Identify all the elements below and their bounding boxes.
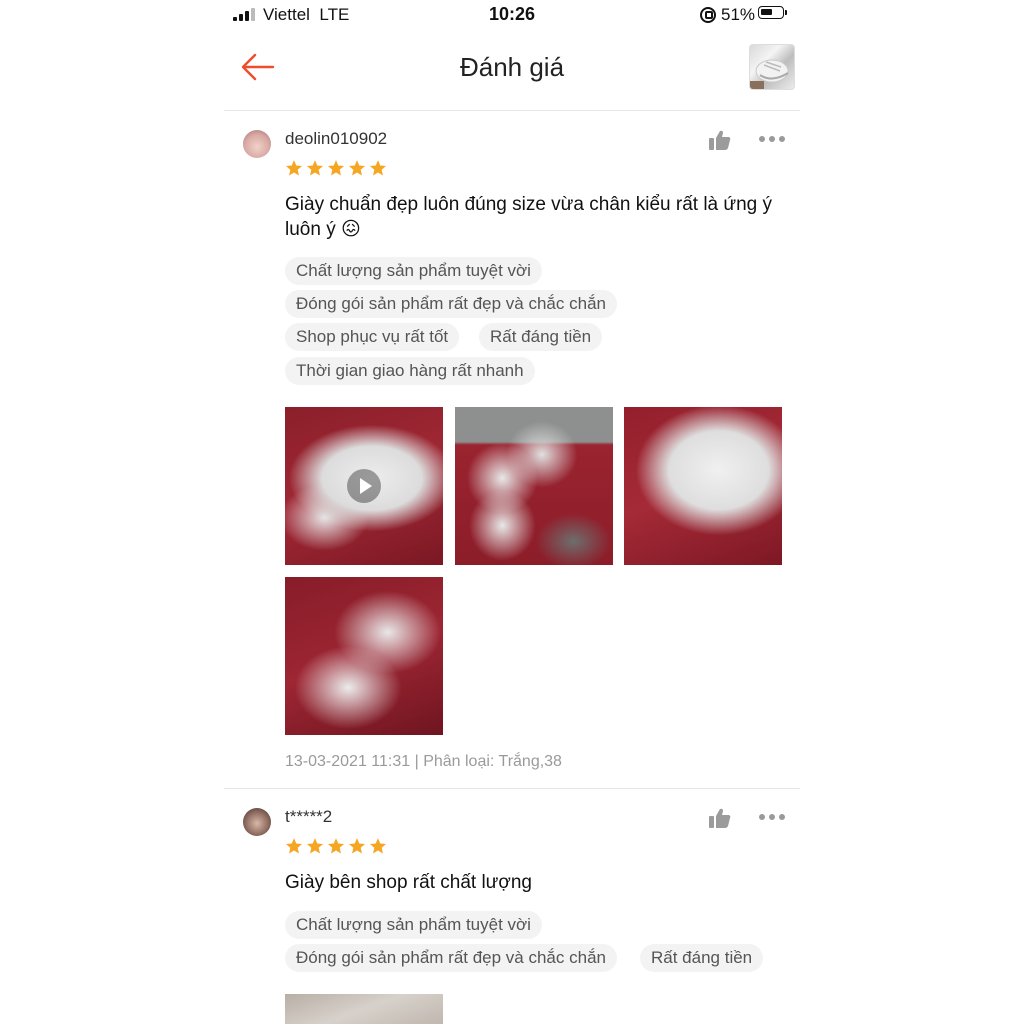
star-icon (348, 838, 366, 854)
avatar[interactable] (243, 808, 271, 836)
reviewer-name[interactable]: t*****2 (285, 807, 332, 827)
battery-percent: 51% (721, 5, 756, 24)
review-photo[interactable] (455, 407, 613, 565)
more-options-button[interactable] (759, 813, 785, 821)
status-time: 10:26 (488, 4, 536, 24)
star-rating (285, 159, 390, 179)
review-comment: Giày bên shop rất chất lượng (285, 872, 532, 893)
avatar[interactable] (243, 130, 271, 158)
carrier-label: Viettel LTE (263, 5, 350, 24)
more-options-button[interactable] (759, 135, 785, 143)
star-icon (306, 838, 324, 854)
star-icon (369, 160, 387, 176)
product-thumbnail[interactable] (749, 44, 795, 90)
signal-icon (233, 8, 257, 21)
review-video-thumbnail[interactable] (285, 407, 443, 565)
sneaker-image (750, 59, 789, 89)
play-icon[interactable] (347, 469, 381, 503)
like-button[interactable] (708, 807, 732, 829)
review-tag: Shop phục vụ rất tốt (285, 323, 460, 351)
review-photo[interactable] (285, 577, 443, 735)
rotation-lock-icon (700, 7, 716, 23)
thumbs-up-icon (709, 808, 731, 828)
review-tag: Chất lượng sản phẩm tuyệt vời (285, 911, 542, 939)
star-rating (285, 837, 390, 857)
reviewer-name[interactable]: deolin010902 (285, 129, 387, 149)
review-tag: Đóng gói sản phẩm rất đẹp và chắc chắn (285, 290, 617, 318)
star-icon (285, 838, 303, 854)
star-icon (285, 160, 303, 176)
review-photo[interactable] (285, 994, 443, 1024)
star-icon (369, 838, 387, 854)
back-button[interactable] (240, 50, 276, 84)
star-icon (327, 160, 345, 176)
header-divider (224, 110, 800, 111)
star-icon (306, 160, 324, 176)
review-meta: 13-03-2021 11:31 | Phân loại: Trắng,38 (285, 753, 562, 770)
star-icon (327, 838, 345, 854)
review-tag: Thời gian giao hàng rất nhanh (285, 357, 535, 385)
review-tag: Rất đáng tiền (479, 323, 603, 351)
review-tag: Chất lượng sản phẩm tuyệt vời (285, 257, 542, 285)
review-comment: Giày chuẩn đẹp luôn đúng size vừa chân k… (285, 194, 773, 240)
review-tag: Rất đáng tiền (640, 944, 764, 972)
review-photo[interactable] (624, 407, 782, 565)
review-tag: Đóng gói sản phẩm rất đẹp và chắc chắn (285, 944, 617, 972)
back-arrow-icon (241, 53, 275, 81)
star-icon (348, 160, 366, 176)
status-bar: Viettel LTE 10:26 51% (0, 0, 1024, 30)
page-title: Đánh giá (459, 52, 565, 82)
battery-icon (758, 6, 787, 19)
thumbs-up-icon (709, 130, 731, 150)
review-divider (224, 788, 800, 789)
like-button[interactable] (708, 129, 732, 151)
